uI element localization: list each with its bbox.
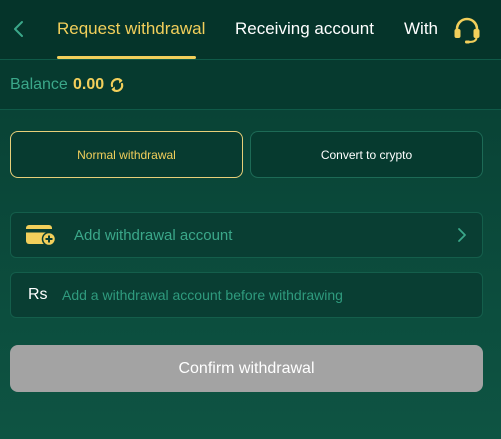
headset-icon[interactable] <box>451 14 483 46</box>
convert-to-crypto-button[interactable]: Convert to crypto <box>250 131 483 178</box>
withdraw-amount-input[interactable] <box>62 273 472 317</box>
top-tab-bar: Request withdrawal Receiving account Wit… <box>0 0 501 60</box>
chevron-left-icon[interactable] <box>8 18 30 40</box>
chevron-right-icon <box>458 228 466 242</box>
withdraw-page: Request withdrawal Receiving account Wit… <box>0 0 501 439</box>
currency-symbol: Rs <box>28 286 48 303</box>
wallet-add-icon <box>26 225 57 247</box>
normal-withdrawal-button[interactable]: Normal withdrawal <box>10 131 243 178</box>
tab-request-withdrawal[interactable]: Request withdrawal <box>57 19 205 39</box>
withdraw-amount-row: Rs <box>10 272 483 318</box>
add-withdrawal-account-label: Add withdrawal account <box>74 227 233 244</box>
active-tab-indicator <box>57 56 196 59</box>
refresh-icon[interactable] <box>108 76 126 94</box>
tab-receiving-account[interactable]: Receiving account <box>235 19 374 39</box>
confirm-withdrawal-button[interactable]: Confirm withdrawal <box>10 345 483 392</box>
add-withdrawal-account-row[interactable]: Add withdrawal account <box>10 212 483 258</box>
tab-withdrawal-history[interactable]: With <box>404 19 438 39</box>
balance-row: Balance 0.00 <box>0 60 501 110</box>
balance-value: 0.00 <box>73 76 105 93</box>
balance-label: Balance <box>10 76 68 93</box>
